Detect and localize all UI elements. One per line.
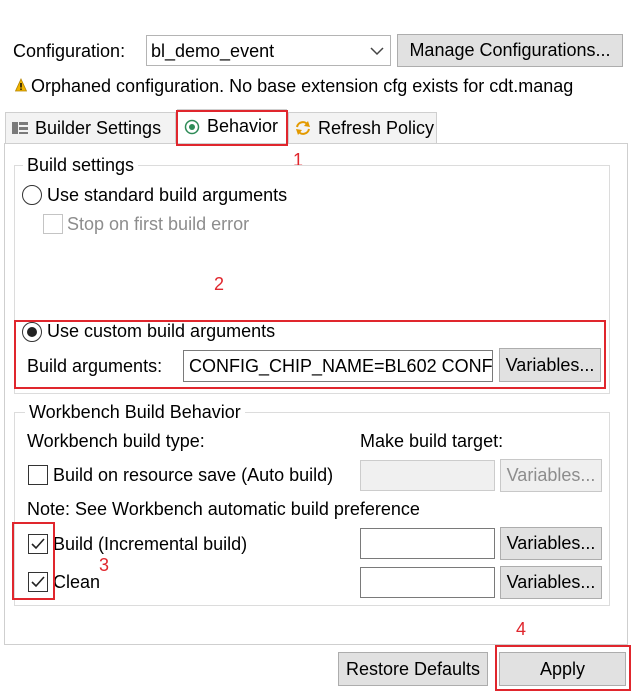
annotation-box-4 <box>495 645 631 691</box>
auto-build-variables-button[interactable]: Variables... <box>500 459 602 492</box>
tab-label: Builder Settings <box>35 117 162 138</box>
configuration-select-value: bl_demo_event <box>151 41 275 61</box>
annotation-box-1 <box>176 110 288 146</box>
build-type-label: Workbench build type: <box>27 431 205 451</box>
incremental-build-label: Build (Incremental build) <box>53 534 248 554</box>
annotation-box-3 <box>12 522 55 600</box>
build-settings-title: Build settings <box>23 155 139 175</box>
warning-message: Orphaned configuration. No base extensio… <box>31 76 574 96</box>
builder-settings-icon <box>10 118 30 138</box>
stop-on-error-checkbox[interactable] <box>43 214 63 234</box>
auto-build-target-input[interactable] <box>360 460 495 491</box>
tab-label: Refresh Policy <box>318 117 435 138</box>
refresh-policy-icon <box>293 118 313 138</box>
build-target-label: Make build target: <box>360 431 504 451</box>
auto-build-label: Build on resource save (Auto build) <box>53 465 334 485</box>
annotation-number-4: 4 <box>516 619 527 639</box>
tab-refresh-policy[interactable]: Refresh Policy <box>288 112 437 143</box>
tab-builder-settings[interactable]: Builder Settings <box>5 112 176 143</box>
workbench-title: Workbench Build Behavior <box>25 402 245 422</box>
auto-build-note: Note: See Workbench automatic build pref… <box>27 499 420 519</box>
clean-variables-button[interactable]: Variables... <box>500 566 602 599</box>
configuration-label: Configuration: <box>13 41 126 61</box>
annotation-number-3: 3 <box>99 555 110 575</box>
restore-defaults-button[interactable]: Restore Defaults <box>338 652 488 686</box>
auto-build-checkbox[interactable] <box>28 465 48 485</box>
standard-build-label: Use standard build arguments <box>47 185 288 205</box>
annotation-number-2: 2 <box>214 274 225 294</box>
annotation-box-2 <box>14 320 606 389</box>
clean-target-input[interactable] <box>360 567 495 598</box>
warning-icon <box>15 78 27 92</box>
standard-build-radio[interactable] <box>22 185 42 205</box>
incremental-variables-button[interactable]: Variables... <box>500 527 602 560</box>
configuration-select[interactable]: bl_demo_event <box>146 35 391 66</box>
stop-on-error-label: Stop on first build error <box>67 214 250 234</box>
clean-label: Clean <box>53 572 101 592</box>
manage-configurations-button[interactable]: Manage Configurations... <box>397 34 623 67</box>
incremental-target-input[interactable] <box>360 528 495 559</box>
chevron-down-icon <box>370 47 384 56</box>
